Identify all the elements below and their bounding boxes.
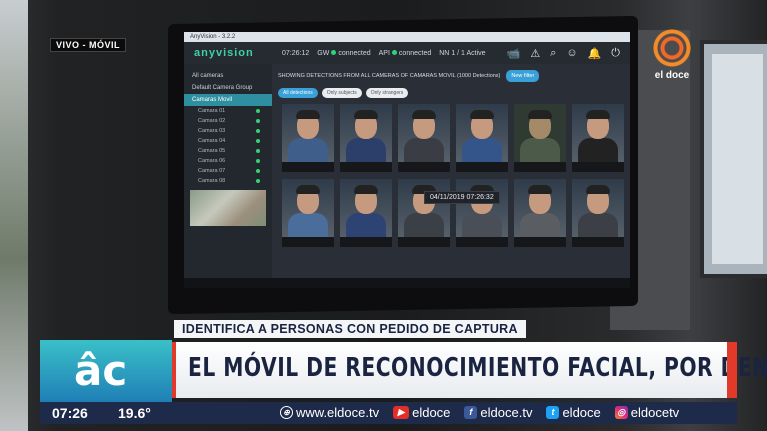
social-twitter: t eldoce: [546, 405, 601, 420]
facebook-icon: f: [464, 406, 478, 419]
app-clock: 07:26:12: [282, 49, 310, 57]
eldoce-logo-icon: [652, 28, 692, 68]
camera-sidebar: All cameras Default Camera Group Camaras…: [184, 64, 272, 278]
globe-icon: ⊕: [280, 406, 293, 419]
detection-thumbnail[interactable]: [572, 104, 624, 172]
headline-accent: [727, 342, 737, 398]
headline: EL MÓVIL DE RECONOCIMIENTO FACIAL, POR D…: [188, 353, 767, 383]
social-instagram: ◎ eldocetv: [614, 405, 679, 420]
detection-thumbnail[interactable]: [456, 179, 508, 247]
face-icon[interactable]: ☺: [566, 47, 577, 60]
online-dot-icon: [256, 129, 260, 133]
lower-third: âc EL MÓVIL DE RECONOCIMIENTO FACIAL, PO…: [0, 340, 767, 431]
online-dot-icon: [256, 109, 260, 113]
sidebar-camera-item[interactable]: Camara 07: [184, 166, 272, 176]
camera-icon[interactable]: 📹: [507, 47, 521, 60]
sidebar-camera-item[interactable]: Camara 01: [184, 106, 272, 116]
sidebar-item-all-cameras[interactable]: All cameras: [184, 70, 272, 82]
filter-only-subjects[interactable]: Only subjects: [321, 88, 362, 98]
detections-panel: SHOWING DETECTIONS FROM ALL CAMERAS OF C…: [272, 64, 630, 278]
bell-icon[interactable]: 🔔: [588, 47, 602, 60]
program-logo-text: âc: [74, 346, 128, 395]
detection-thumbnail[interactable]: [340, 179, 392, 247]
online-dot-icon: [256, 159, 260, 163]
ticker-bar: 07:26 19.6° ⊕ www.eldoce.tv ▶ eldoce f eldo…: [40, 402, 737, 424]
detection-thumbnail[interactable]: [398, 104, 450, 172]
detection-thumbnail[interactable]: [398, 179, 450, 247]
detection-thumbnail[interactable]: [340, 104, 392, 172]
search-icon[interactable]: ⌕: [550, 47, 556, 60]
map-thumbnail[interactable]: [190, 190, 266, 226]
new-filter-button[interactable]: New filter: [506, 70, 540, 82]
gw-status: GW connected: [317, 49, 371, 57]
detection-thumbnail[interactable]: [572, 179, 624, 247]
twitter-icon: t: [546, 406, 560, 419]
social-web: ⊕ www.eldoce.tv: [280, 405, 379, 420]
online-dot-icon: [256, 169, 260, 173]
filter-all-detections[interactable]: All detections: [278, 88, 318, 98]
social-facebook: f eldoce.tv: [464, 405, 532, 420]
broadcast-clock: 07:26: [52, 405, 88, 421]
broadcast-scene: AnyVision - 3.2.2 anyvision 07:26:12 GW c…: [0, 0, 767, 431]
social-links: ⊕ www.eldoce.tv ▶ eldoce f eldoce.tv t eldoc…: [280, 405, 679, 420]
social-youtube: ▶ eldoce: [393, 405, 450, 420]
detection-thumbnail[interactable]: [282, 104, 334, 172]
subheadline: IDENTIFICA A PERSONAS CON PEDIDO DE CAPT…: [174, 320, 526, 338]
anyvision-logo: anyvision: [194, 47, 254, 59]
instagram-icon: ◎: [614, 406, 628, 419]
alert-icon[interactable]: ⚠: [530, 47, 540, 60]
sidebar-camera-item[interactable]: Camara 06: [184, 156, 272, 166]
status-dot-icon: [391, 49, 397, 55]
detection-grid: [282, 104, 624, 247]
window-title: AnyVision - 3.2.2: [184, 32, 630, 42]
online-dot-icon: [256, 179, 260, 183]
sidebar-item-camaras-movil[interactable]: Camaras Movil: [184, 94, 272, 106]
background-monitor: [700, 40, 767, 278]
api-status: API connected: [378, 49, 432, 57]
online-dot-icon: [256, 119, 260, 123]
detection-filters: All detections Only subjects Only strang…: [278, 88, 624, 98]
nn-status: NN 1 / 1 Active: [439, 49, 486, 57]
filter-only-strangers[interactable]: Only strangers: [365, 88, 409, 98]
detections-banner: SHOWING DETECTIONS FROM ALL CAMERAS OF C…: [278, 70, 624, 82]
temperature: 19.6°: [118, 405, 151, 421]
windows-taskbar: [184, 278, 630, 288]
live-tag: VIVO - MÓVIL: [50, 38, 127, 52]
sidebar-camera-item[interactable]: Camara 04: [184, 136, 272, 146]
program-logo: âc: [40, 340, 172, 402]
detection-thumbnail[interactable]: [514, 179, 566, 247]
detection-thumbnail[interactable]: [456, 104, 508, 172]
app-header: anyvision 07:26:12 GW connected API connec…: [184, 42, 630, 64]
online-dot-icon: [256, 149, 260, 153]
sidebar-camera-item[interactable]: Camara 05: [184, 146, 272, 156]
sidebar-item-camera-group[interactable]: Default Camera Group: [184, 82, 272, 94]
status-dot-icon: [331, 49, 337, 55]
anyvision-monitor: AnyVision - 3.2.2 anyvision 07:26:12 GW c…: [184, 32, 630, 288]
sidebar-camera-item[interactable]: Camara 02: [184, 116, 272, 126]
logout-icon[interactable]: ⏻: [611, 47, 620, 60]
headline-bar: EL MÓVIL DE RECONOCIMIENTO FACIAL, POR D…: [172, 342, 767, 398]
detection-timestamp: 04/11/2019 07:26:32: [424, 191, 500, 204]
channel-logo: el doce: [648, 28, 696, 92]
sidebar-camera-item[interactable]: Camara 08: [184, 176, 272, 186]
detection-thumbnail[interactable]: [282, 179, 334, 247]
detection-thumbnail[interactable]: [514, 104, 566, 172]
youtube-icon: ▶: [393, 406, 410, 419]
online-dot-icon: [256, 139, 260, 143]
sidebar-camera-item[interactable]: Camara 03: [184, 126, 272, 136]
